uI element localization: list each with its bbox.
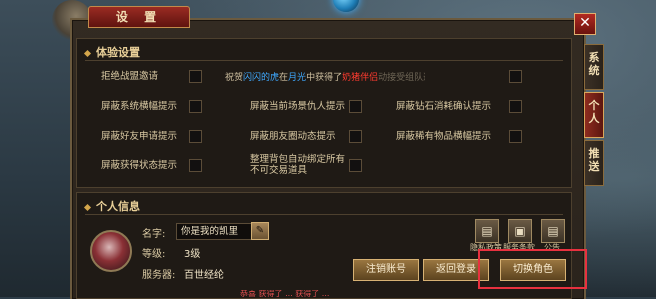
- logout-button[interactable]: 注销账号: [353, 259, 419, 281]
- close-button[interactable]: ✕: [574, 13, 596, 35]
- checkbox-auto-bind-items[interactable]: [349, 159, 362, 172]
- broadcast-text: 在: [279, 73, 289, 83]
- tab-personal[interactable]: 个人: [584, 92, 604, 138]
- checkbox-hide-moments[interactable]: [349, 130, 362, 143]
- option-label-auto-team: 动接受组队邀请: [378, 73, 425, 83]
- broadcast-item: 奶猪伴侣: [342, 73, 379, 83]
- option-label: 整理背包自动绑定所有不可交易道具: [250, 154, 346, 176]
- option-label: 屏蔽稀有物品横幅提示: [396, 131, 492, 142]
- notice-icon: ▤: [547, 224, 559, 238]
- option-label: 屏蔽朋友圈动态提示: [250, 131, 336, 142]
- checkbox-hide-rare-item-banner[interactable]: [509, 130, 522, 143]
- tab-push[interactable]: 推送: [584, 140, 604, 186]
- terms-of-service-button[interactable]: ▣: [508, 219, 532, 243]
- scrolling-broadcast: 祝贺闪闪的虎在月光中获得了奶猪伴侣动接受组队邀请: [225, 70, 425, 83]
- checkbox-hide-system-banner[interactable]: [189, 100, 202, 113]
- broadcast-text: 祝贺: [225, 73, 244, 83]
- broadcast-place: 月光: [288, 73, 307, 83]
- option-label: 屏蔽好友申请提示: [101, 131, 178, 142]
- panel-title: 设 置: [88, 6, 190, 28]
- highlight-frame: [478, 249, 587, 289]
- option-label: 屏蔽钻石消耗确认提示: [396, 101, 492, 112]
- divider: [85, 60, 563, 61]
- bottom-broadcast: 恭喜 获得了 ... 获得了 ...: [240, 290, 330, 297]
- avatar[interactable]: [90, 230, 132, 272]
- broadcast-text: 中获得了: [306, 73, 343, 83]
- experience-section-title: 体验设置: [85, 44, 140, 60]
- pencil-icon: ✎: [255, 225, 265, 236]
- checkbox-hide-status-gain[interactable]: [189, 159, 202, 172]
- checkbox-hide-friend-request[interactable]: [189, 130, 202, 143]
- name-field: 你是我的凯里: [176, 223, 254, 240]
- option-label: 屏蔽当前场景仇人提示: [250, 101, 346, 112]
- checkbox-hide-enemy-alert[interactable]: [349, 100, 362, 113]
- edit-name-button[interactable]: ✎: [251, 222, 269, 240]
- notice-button[interactable]: ▤: [541, 219, 565, 243]
- document-icon: ▤: [481, 224, 493, 238]
- checkbox-auto-accept-team[interactable]: [509, 70, 522, 83]
- broadcast-player: 闪闪的虎: [243, 73, 280, 83]
- option-label: 屏蔽系统横幅提示: [101, 101, 178, 112]
- gift-icon: ▣: [514, 224, 526, 238]
- option-label: 屏蔽获得状态提示: [101, 160, 178, 171]
- tab-system[interactable]: 系统: [584, 44, 604, 90]
- personal-section-title: 个人信息: [85, 198, 140, 214]
- server-label: 服务器:: [142, 270, 176, 281]
- level-value: 3级: [184, 249, 201, 260]
- privacy-policy-button[interactable]: ▤: [475, 219, 499, 243]
- divider: [85, 214, 563, 215]
- option-label: 拒绝战盟邀请: [101, 71, 159, 82]
- level-label: 等级:: [142, 249, 166, 260]
- name-label: 名字:: [142, 229, 166, 240]
- checkbox-hide-diamond-confirm[interactable]: [509, 100, 522, 113]
- checkbox-refuse-guild-invite[interactable]: [189, 70, 202, 83]
- server-value: 百世经纶: [184, 270, 224, 281]
